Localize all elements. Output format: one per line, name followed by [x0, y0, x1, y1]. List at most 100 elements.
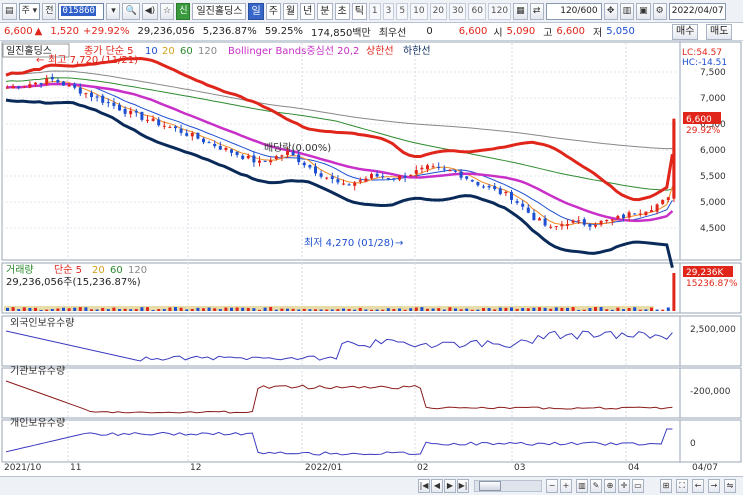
interval-1[interactable]: 1	[368, 2, 381, 20]
volume-bar	[538, 307, 541, 311]
ruler-icon[interactable]: ▭	[632, 479, 644, 493]
candle-body	[515, 201, 519, 203]
stock-code-input[interactable]: 015860	[58, 2, 105, 20]
interval-3[interactable]: 3	[382, 2, 395, 20]
scroll-next-icon[interactable]: ▶	[444, 479, 456, 493]
candle-body	[95, 96, 99, 98]
save-icon[interactable]: ▣	[636, 2, 651, 20]
crosshair-icon[interactable]: ✛	[618, 479, 630, 493]
volume-bar	[34, 307, 37, 311]
interval-30[interactable]: 30	[449, 2, 467, 20]
zoom-out-icon[interactable]: −	[546, 479, 558, 493]
volume-bar	[627, 308, 631, 311]
date-field[interactable]: 2022/04/07	[668, 2, 726, 20]
tab-day[interactable]: 일	[248, 2, 264, 20]
tab-month[interactable]: 월	[282, 2, 299, 20]
volume-bar	[269, 307, 273, 311]
volume-bar	[521, 308, 525, 311]
search-icon[interactable]: 🔍	[122, 2, 140, 20]
compare-icon[interactable]: ⇄	[529, 2, 544, 20]
interval-5[interactable]: 5	[396, 2, 409, 20]
volume-bar	[112, 307, 116, 311]
sell-button[interactable]: 매도	[706, 24, 733, 40]
candle-body	[381, 176, 385, 178]
grid-icon[interactable]: ▦	[513, 2, 528, 20]
sync-icon[interactable]: ⇋	[724, 479, 736, 493]
tab-week[interactable]: 주	[265, 2, 281, 20]
settings-icon[interactable]: ▤	[2, 2, 17, 20]
scroll-prev-icon[interactable]: ◀	[431, 479, 443, 493]
stock-chart[interactable]: 일진홀딩스 종가 단순 5 10 20 60 120 Bollinger Ban…	[0, 41, 743, 476]
magnet-icon[interactable]: ⊕	[604, 479, 616, 493]
candle-body	[146, 119, 149, 121]
draw-tool-icon[interactable]: ✎	[590, 479, 602, 493]
candle-body	[274, 156, 278, 160]
layout-icon[interactable]: ▥	[576, 479, 588, 493]
high-label: 고	[543, 28, 553, 39]
scroll-track[interactable]	[474, 480, 542, 492]
volume-bar	[45, 309, 49, 311]
volume-value: 29,236,056	[137, 26, 195, 37]
volume-bar	[532, 307, 536, 311]
fit-icon[interactable]: ⊞	[660, 479, 672, 493]
volume-bar	[526, 308, 530, 311]
candle-body	[386, 178, 390, 180]
stock-name-field[interactable]: 일진홀딩스	[192, 2, 247, 20]
new-badge: 신	[176, 2, 191, 20]
arrow-left-nav-icon[interactable]: ←	[692, 479, 704, 493]
fullscreen-icon[interactable]: ⛶	[676, 479, 688, 493]
candle-body	[11, 86, 15, 89]
candle-body	[90, 92, 93, 98]
interval-120[interactable]: 120	[487, 2, 512, 20]
candle-body	[190, 132, 194, 137]
chart-area[interactable]: 일진홀딩스 종가 단순 5 10 20 60 120 Bollinger Ban…	[0, 41, 743, 476]
candle-body	[78, 87, 82, 94]
volume-bar	[258, 309, 261, 311]
volume-bar	[577, 309, 581, 311]
interval-20[interactable]: 20	[429, 2, 448, 20]
interval-60[interactable]: 60	[468, 2, 486, 20]
config-icon[interactable]: ⚙	[652, 2, 667, 20]
star-icon[interactable]: ☆	[160, 2, 175, 20]
volume-bar	[67, 308, 71, 311]
volume-bar	[28, 308, 32, 311]
bottom-scrollbar[interactable]: |◀ ◀ ▶ ▶| − + ▥ ✎ ⊕ ✛ ▭ ⊞ ⛶ ← → ⇋	[0, 476, 743, 495]
volume-bar	[140, 307, 144, 311]
x-label-2021-10: 2021/10	[4, 463, 42, 473]
volume-bar	[202, 308, 205, 311]
candle-body	[616, 215, 620, 219]
count-field[interactable]: 120/600	[545, 2, 602, 20]
tab-tick[interactable]: 틱	[351, 2, 367, 20]
scroll-first-icon[interactable]: |◀	[418, 479, 430, 493]
candle-body	[347, 184, 351, 186]
tools-icon[interactable]: ✥	[603, 2, 618, 20]
volume-bar	[487, 308, 491, 311]
zoom-in-icon[interactable]: +	[560, 479, 572, 493]
dropdown-icon[interactable]: ▾	[106, 2, 121, 20]
sound-icon[interactable]: ◀)	[141, 2, 159, 20]
priority-label: 최우선	[378, 28, 407, 39]
scroll-last-icon[interactable]: ▶|	[457, 479, 469, 493]
volume-bar	[118, 308, 121, 311]
candle-body	[118, 104, 121, 111]
volume-legend-ma5: 단순 5	[54, 264, 82, 276]
volume-percent: 5,236.87%	[202, 26, 257, 37]
tab-year[interactable]: 년	[300, 2, 316, 20]
tab-second[interactable]: 초	[334, 2, 350, 20]
volume-bar	[146, 307, 149, 311]
market-select[interactable]: 주 ▾	[18, 2, 41, 20]
prev-button[interactable]: 전	[42, 2, 57, 20]
legend-bb-lower: 하한선	[403, 44, 431, 57]
chart-type-icon[interactable]: ▥	[619, 2, 635, 20]
tab-minute[interactable]: 분	[317, 2, 333, 20]
buy-button[interactable]: 매수	[672, 24, 699, 40]
volume-bar	[174, 307, 177, 311]
arrow-right-nav-icon[interactable]: →	[708, 479, 720, 493]
interval-10[interactable]: 10	[410, 2, 428, 20]
candle-body	[566, 224, 569, 226]
scroll-thumb[interactable]	[479, 481, 501, 491]
volume-tag-pct: 15236.87%	[686, 279, 738, 289]
volume-bar	[17, 309, 21, 311]
volume-bar	[106, 309, 110, 311]
volume-legend-ma60: 60	[110, 265, 123, 276]
